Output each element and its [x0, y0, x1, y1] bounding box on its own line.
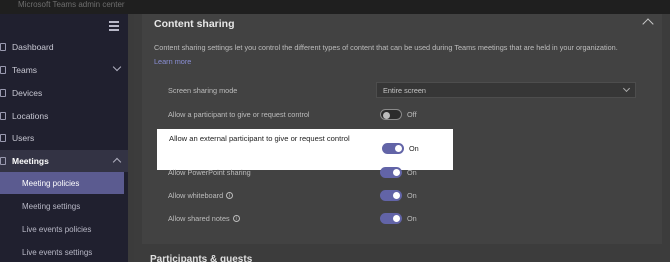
chevron-up-icon — [112, 157, 122, 167]
sidebar-item-users[interactable]: Users — [0, 127, 128, 149]
whiteboard-toggle[interactable] — [380, 190, 402, 201]
sidebar-subitem-live-events-policies[interactable]: Live events policies — [0, 218, 128, 240]
hamburger-menu-icon[interactable] — [109, 21, 119, 31]
info-icon[interactable]: i — [226, 192, 234, 199]
setting-label: Allow whiteboard — [168, 191, 224, 200]
toggle-state: Off — [407, 110, 417, 119]
shared-notes-toggle[interactable] — [380, 213, 402, 224]
setting-label: Allow a participant to give or request c… — [168, 110, 310, 119]
toggle-state: On — [407, 214, 417, 223]
external-control-toggle[interactable] — [382, 143, 404, 154]
setting-label-wrap: Allow whiteboard i — [168, 191, 234, 200]
sidebar-item-label: Locations — [12, 111, 49, 121]
toggle-state: On — [407, 191, 417, 200]
screen-sharing-mode-select[interactable]: Entire screen — [376, 82, 636, 98]
participants-section-title: Participants & guests — [150, 254, 253, 262]
sidebar-item-label: Teams — [12, 65, 38, 75]
toggle-state: On — [407, 168, 417, 177]
info-icon[interactable]: i — [232, 215, 240, 222]
setting-row-external-control: Allow an external participant to give or… — [157, 129, 453, 170]
setting-label: Allow an external participant to give or… — [169, 134, 350, 143]
powerpoint-toggle[interactable] — [380, 167, 402, 178]
sidebar-item-meetings[interactable]: Meetings — [0, 150, 128, 172]
sidebar-subitem-label: Live events settings — [22, 247, 93, 257]
section-description: Content sharing settings let you control… — [154, 43, 618, 52]
app-title: Microsoft Teams admin center — [18, 0, 125, 9]
top-bar: Microsoft Teams admin center — [0, 0, 670, 14]
section-title: Content sharing — [154, 18, 235, 30]
give-control-toggle[interactable] — [380, 109, 402, 120]
sidebar-item-label: Meetings — [12, 156, 49, 166]
sidebar-subitem-live-events-settings[interactable]: Live events settings — [0, 241, 128, 262]
setting-label: Allow shared notes — [168, 214, 230, 223]
sidebar-item-label: Dashboard — [12, 42, 54, 52]
devices-icon — [0, 89, 6, 97]
sidebar-item-teams[interactable]: Teams — [0, 59, 128, 81]
sidebar-item-devices[interactable]: Devices — [0, 82, 128, 104]
sidebar-subitem-meeting-settings[interactable]: Meeting settings — [0, 195, 128, 217]
chevron-up-icon[interactable] — [642, 18, 654, 30]
chevron-down-icon — [112, 62, 122, 72]
sidebar: Dashboard Teams Devices Locations Users … — [0, 14, 128, 262]
users-icon — [0, 134, 6, 142]
sidebar-item-label: Devices — [12, 88, 43, 98]
setting-label: Allow PowerPoint sharing — [168, 168, 251, 177]
toggle-state: On — [409, 144, 419, 153]
content-sharing-section: Content sharing Content sharing settings… — [142, 14, 662, 244]
setting-label-wrap: Allow shared notes i — [168, 214, 240, 223]
chevron-down-icon — [622, 84, 631, 93]
sidebar-subitem-label: Live events policies — [22, 224, 92, 234]
teams-icon — [0, 66, 6, 74]
sidebar-item-label: Users — [12, 133, 35, 143]
meetings-icon — [0, 157, 6, 165]
setting-label: Screen sharing mode — [168, 86, 238, 95]
sidebar-item-dashboard[interactable]: Dashboard — [0, 36, 128, 58]
main-content: Content sharing Content sharing settings… — [134, 14, 670, 262]
select-value: Entire screen — [383, 86, 426, 95]
location-icon — [0, 112, 6, 120]
dashboard-icon — [0, 43, 6, 51]
sidebar-subitem-label: Meeting settings — [22, 201, 81, 211]
sidebar-subitem-label: Meeting policies — [22, 178, 80, 188]
learn-more-link[interactable]: Learn more — [154, 57, 191, 66]
sidebar-subitem-meeting-policies[interactable]: Meeting policies — [0, 172, 124, 194]
sidebar-item-locations[interactable]: Locations — [0, 105, 128, 127]
